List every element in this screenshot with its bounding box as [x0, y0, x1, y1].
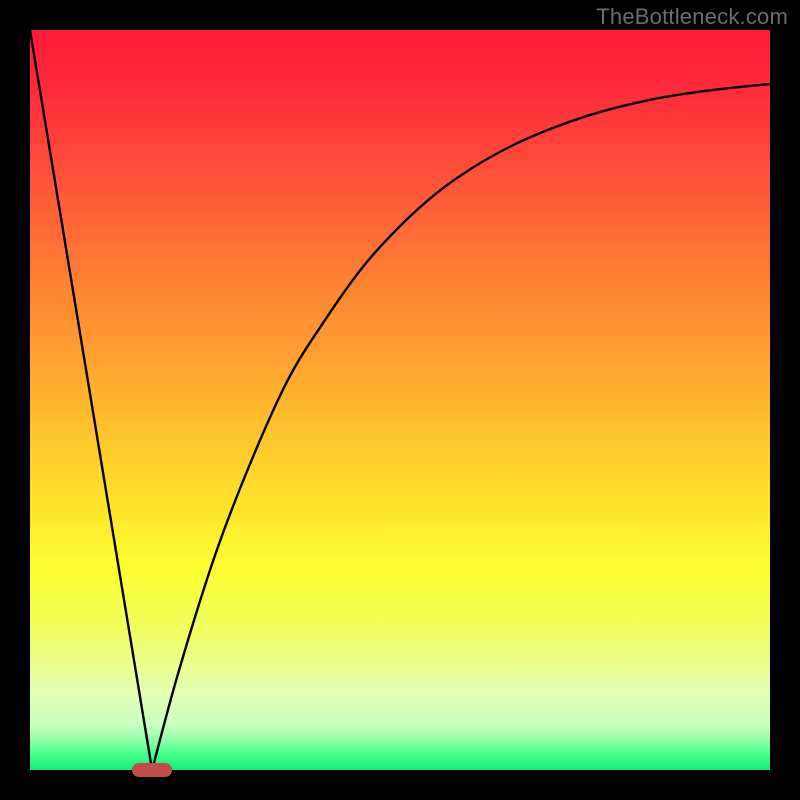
- series-right-curve: [152, 84, 770, 770]
- chart-frame: TheBottleneck.com: [0, 0, 800, 800]
- watermark-text: TheBottleneck.com: [596, 4, 788, 30]
- plot-area: [30, 30, 770, 770]
- valley-marker: [132, 763, 172, 777]
- series-left-descent: [30, 30, 152, 770]
- chart-lines: [30, 30, 770, 770]
